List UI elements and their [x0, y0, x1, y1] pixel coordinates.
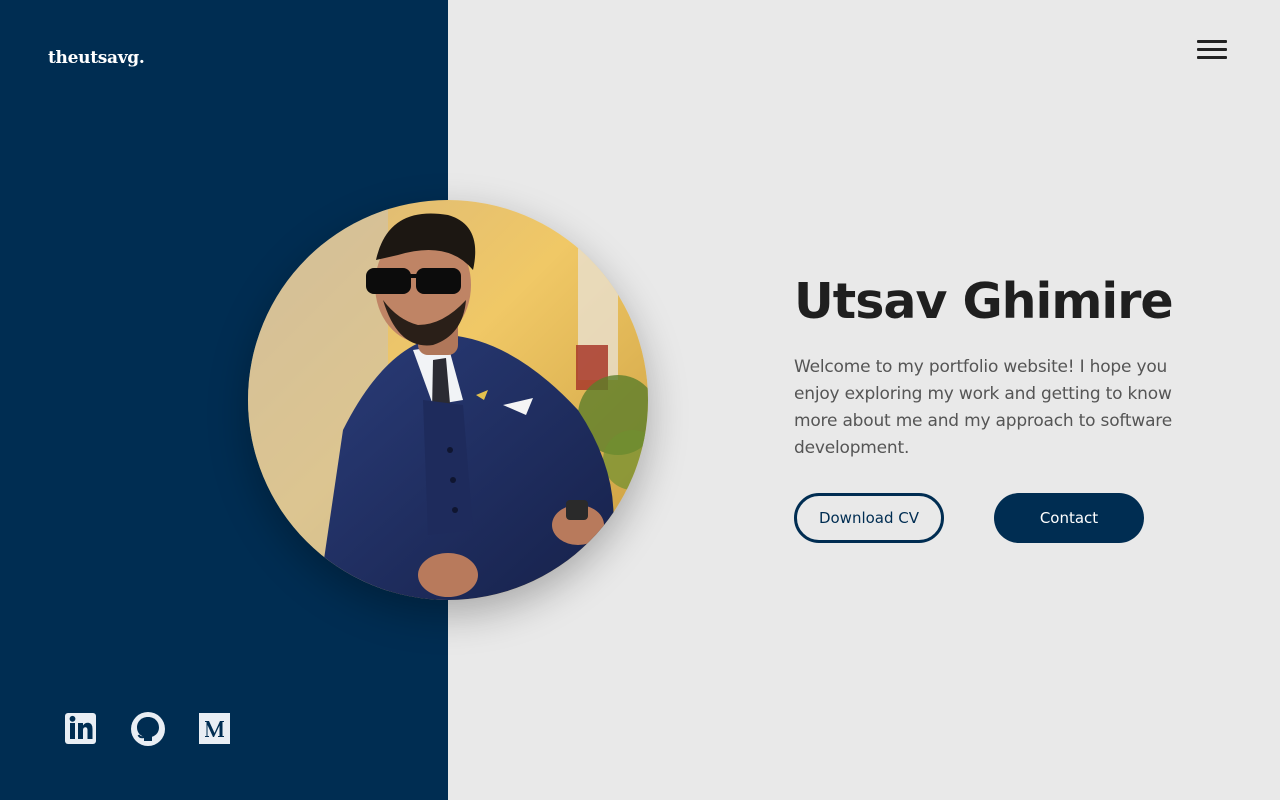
- hero-intro: Welcome to my portfolio website! I hope …: [794, 357, 1172, 458]
- portfolio-page: theutsavg. Utsav Ghimire Welcome to my p…: [0, 0, 1280, 800]
- profile-photo-illustration: [248, 200, 648, 600]
- menu-line: [1197, 48, 1227, 51]
- hamburger-menu-icon[interactable]: [1194, 36, 1230, 64]
- hero-section: Utsav Ghimire Welcome to my portfolio we…: [794, 268, 1194, 462]
- profile-photo: [248, 200, 648, 600]
- menu-line: [1197, 40, 1227, 43]
- github-icon[interactable]: [130, 710, 166, 746]
- menu-line: [1197, 56, 1227, 59]
- medium-icon[interactable]: [198, 710, 234, 746]
- linkedin-icon[interactable]: [64, 710, 100, 746]
- contact-button[interactable]: Contact: [994, 493, 1144, 543]
- download-cv-button[interactable]: Download CV: [794, 493, 944, 543]
- hero-name: Utsav Ghimire: [794, 273, 1174, 330]
- site-logo[interactable]: theutsavg.: [48, 48, 145, 68]
